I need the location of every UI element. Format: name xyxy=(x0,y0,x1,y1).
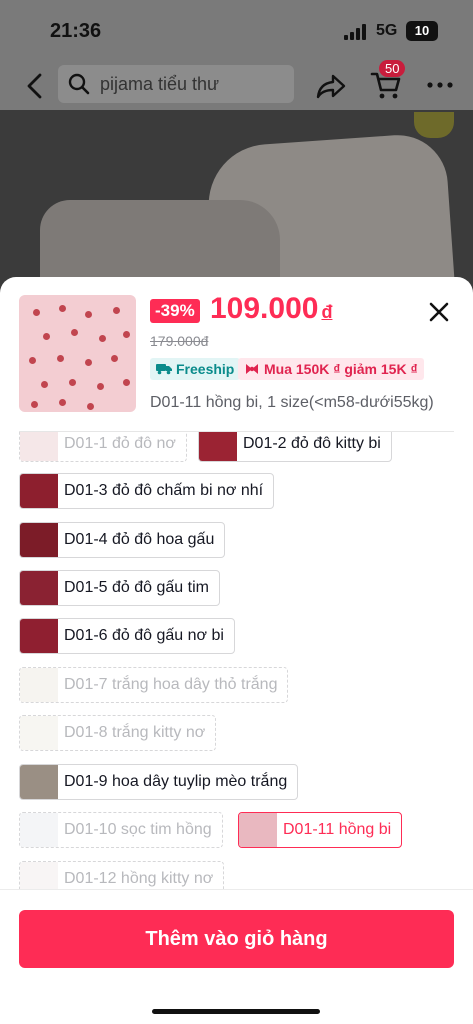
search-query-text: pijama tiểu thư xyxy=(100,74,220,94)
variant-swatch xyxy=(20,619,58,653)
variant-chip[interactable]: D01-12 hồng kitty nơ xyxy=(19,861,225,890)
variant-chip[interactable]: D01-1 đỏ đô nơ xyxy=(19,432,187,462)
variant-chip[interactable]: D01-5 đỏ đô gấu tim xyxy=(19,570,220,606)
variant-list: D01-1 đỏ đô nơ D01-2 đỏ đô kitty bi D01-… xyxy=(19,432,459,890)
variant-chip[interactable]: D01-3 đỏ đô chấm bi nơ nhí xyxy=(19,473,275,509)
add-to-cart-button[interactable]: Thêm vào giỏ hàng xyxy=(19,910,454,968)
variant-swatch xyxy=(20,668,58,702)
more-options-icon[interactable] xyxy=(426,75,454,95)
variant-swatch xyxy=(20,571,58,605)
variant-swatch xyxy=(20,813,58,847)
close-icon[interactable] xyxy=(428,301,450,323)
selected-variant-text: D01-11 hồng bi, 1 size(<m58-dưới55kg) xyxy=(150,394,434,411)
back-arrow-icon[interactable] xyxy=(22,72,48,100)
variant-chip[interactable]: D01-7 trắng hoa dây thỏ trắng xyxy=(19,667,289,703)
battery-icon: 10 xyxy=(406,21,438,41)
status-time: 21:36 xyxy=(50,20,102,42)
variant-chip[interactable]: D01-10 sọc tim hồng xyxy=(19,812,223,848)
signal-icon xyxy=(344,24,368,40)
variant-swatch xyxy=(199,432,237,461)
variant-chip-selected[interactable]: D01-11 hồng bi xyxy=(238,812,403,848)
variant-selector-sheet: -39% 109.000 đ 179.000đ Freeship Mua 150K… xyxy=(0,277,473,1024)
variant-chip[interactable]: D01-2 đỏ đô kitty bi xyxy=(198,432,392,462)
variant-chip[interactable]: D01-8 trắng kitty nơ xyxy=(19,715,217,751)
network-type: 5G xyxy=(376,22,398,39)
divider xyxy=(0,889,473,890)
variant-swatch xyxy=(20,716,58,750)
sale-price: 109.000 đ xyxy=(210,292,333,325)
variant-swatch xyxy=(20,432,58,461)
share-icon[interactable] xyxy=(316,72,346,100)
product-thumbnail[interactable] xyxy=(19,295,136,412)
home-indicator xyxy=(152,1009,320,1014)
ribbon-icon xyxy=(246,364,258,374)
search-input[interactable]: pijama tiểu thư xyxy=(58,65,294,103)
variant-swatch xyxy=(239,813,277,847)
variant-chip[interactable]: D01-6 đỏ đô gấu nơ bi xyxy=(19,618,235,654)
top-nav-bar: pijama tiểu thư 50 xyxy=(0,60,473,110)
variant-swatch xyxy=(20,765,58,799)
variant-chip[interactable]: D01-9 hoa dây tuylip mèo trắng xyxy=(19,764,299,800)
truck-icon xyxy=(156,364,172,375)
variant-swatch xyxy=(20,862,58,890)
cart-count-badge: 50 xyxy=(379,60,406,77)
variant-swatch xyxy=(20,523,58,557)
freeship-tag: Freeship xyxy=(150,358,241,380)
promo-tag: Mua 150K ₫ giảm 15K ₫ xyxy=(238,358,424,380)
product-photo xyxy=(0,110,473,300)
discount-badge: -39% xyxy=(150,299,200,323)
search-icon xyxy=(68,73,90,95)
original-price: 179.000đ xyxy=(150,333,209,349)
variant-chip[interactable]: D01-4 đỏ đô hoa gấu xyxy=(19,522,226,558)
variant-swatch xyxy=(20,474,58,508)
status-bar: 21:36 5G 10 xyxy=(0,0,473,62)
